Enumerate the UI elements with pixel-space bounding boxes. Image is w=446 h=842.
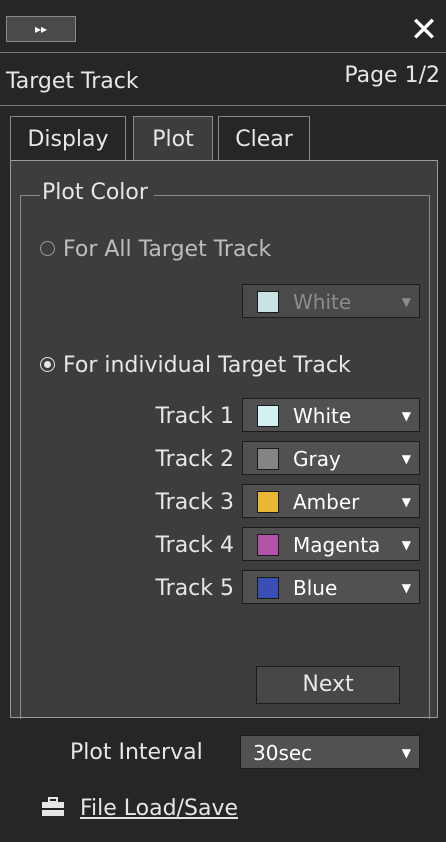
dropdown-value: Magenta [293, 533, 381, 557]
radio-for-individual-target-track[interactable]: For individual Target Track [40, 353, 351, 378]
color-swatch [257, 291, 279, 313]
dropdown-value: Amber [293, 490, 360, 514]
color-swatch [257, 448, 279, 470]
dropdown-value: Blue [293, 576, 338, 600]
title-bar: Target Track Page 1/2 [0, 52, 446, 106]
tab-plot[interactable]: Plot [133, 116, 213, 163]
tab-clear[interactable]: Clear [218, 116, 310, 160]
close-icon: ✕ [409, 10, 439, 50]
chevron-down-icon: ▼ [401, 746, 411, 760]
radio-checked-icon [40, 356, 55, 372]
collapse-button[interactable]: ▸▸ [6, 16, 76, 42]
chevron-down-icon: ▼ [401, 295, 411, 309]
track-label-4: Track 4 [155, 533, 234, 558]
chevron-down-icon: ▼ [401, 452, 411, 466]
chevron-down-icon: ▼ [401, 409, 411, 423]
file-load-save-label: File Load/Save [80, 796, 238, 821]
dropdown-value: White [293, 404, 352, 428]
next-button[interactable]: Next [256, 666, 400, 704]
color-swatch [257, 491, 279, 513]
color-swatch [257, 534, 279, 556]
chevron-down-icon: ▼ [401, 581, 411, 595]
plot-color-legend: Plot Color [40, 180, 154, 205]
color-swatch [257, 405, 279, 427]
track-1-color-dropdown[interactable]: White ▼ [242, 398, 420, 432]
track-2-color-dropdown[interactable]: Gray ▼ [242, 441, 420, 475]
window-title: Target Track [6, 69, 139, 94]
plot-interval-label: Plot Interval [70, 740, 203, 765]
top-bar: ▸▸ ✕ [0, 0, 446, 52]
track-5-color-dropdown[interactable]: Blue ▼ [242, 570, 420, 604]
dropdown-value: White [293, 290, 352, 314]
track-label-2: Track 2 [155, 447, 234, 472]
dropdown-value: 30sec [253, 741, 313, 765]
radio-unchecked-icon [40, 240, 55, 256]
color-swatch [257, 577, 279, 599]
chevron-down-icon: ▼ [401, 538, 411, 552]
track-3-color-dropdown[interactable]: Amber ▼ [242, 484, 420, 518]
radio-label-individual: For individual Target Track [63, 353, 351, 378]
tab-display[interactable]: Display [10, 116, 126, 160]
track-label-3: Track 3 [155, 490, 234, 515]
file-load-save-link[interactable]: File Load/Save [40, 796, 238, 821]
briefcase-icon [42, 797, 64, 816]
page-indicator: Page 1/2 [344, 63, 440, 88]
radio-for-all-target-track[interactable]: For All Target Track [40, 237, 271, 262]
radio-label-all: For All Target Track [63, 237, 272, 262]
chevron-down-icon: ▼ [401, 495, 411, 509]
close-button[interactable]: ✕ [406, 12, 442, 48]
track-label-1: Track 1 [155, 404, 234, 429]
plot-interval-dropdown[interactable]: 30sec ▼ [240, 735, 420, 769]
double-chevron-right-icon: ▸▸ [34, 22, 48, 36]
all-track-color-dropdown: White ▼ [242, 284, 420, 318]
dropdown-value: Gray [293, 447, 341, 471]
track-4-color-dropdown[interactable]: Magenta ▼ [242, 527, 420, 561]
track-label-5: Track 5 [155, 576, 234, 601]
